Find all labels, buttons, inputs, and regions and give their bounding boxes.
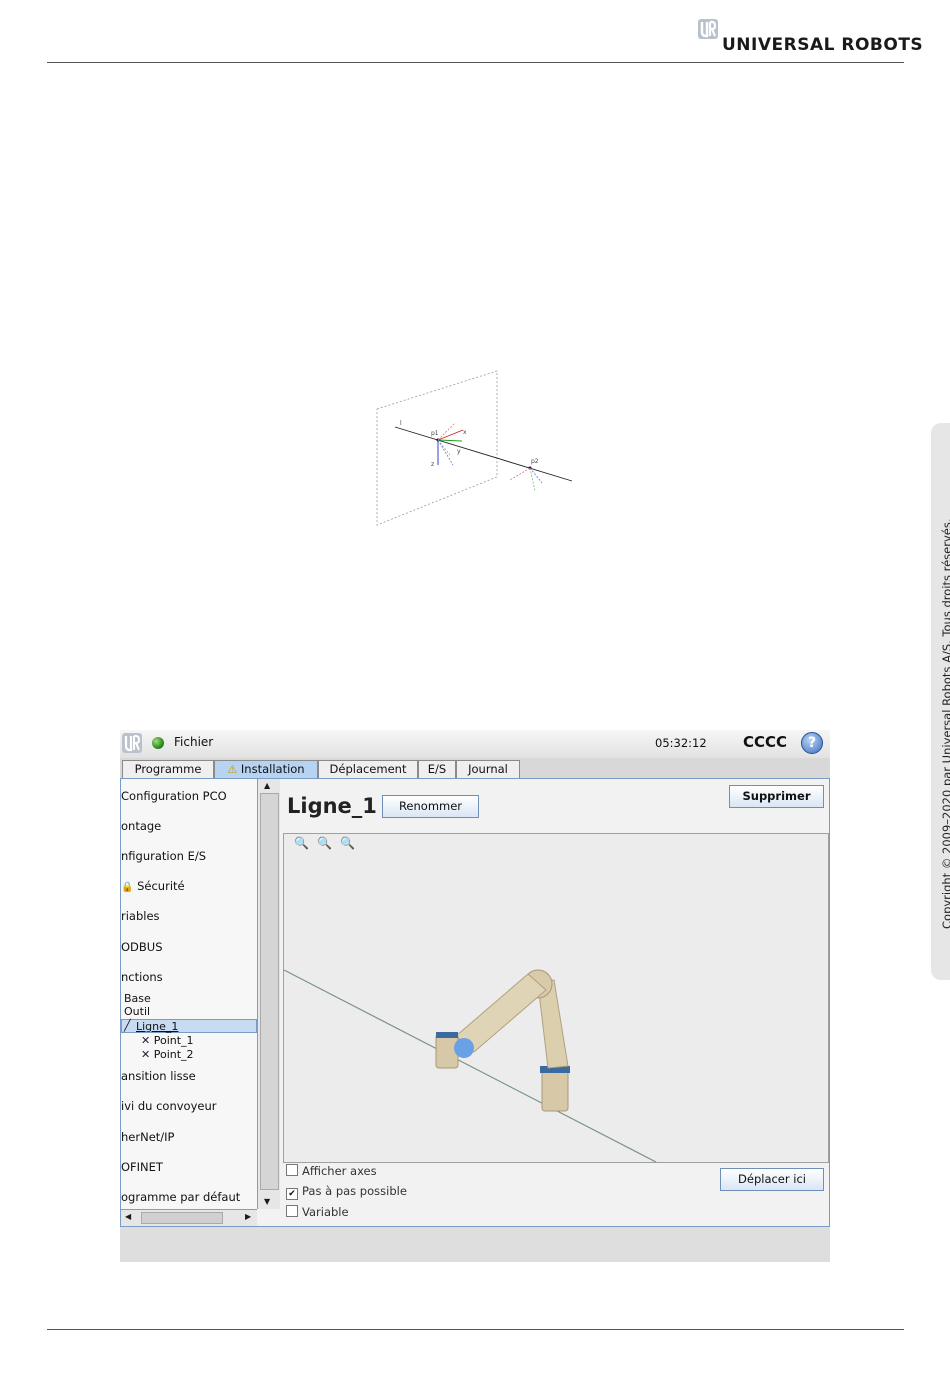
clock: 05:32:12 (655, 736, 707, 750)
tab-journal[interactable]: Journal (456, 760, 520, 778)
nav-item-outil[interactable]: Outil (124, 1005, 150, 1018)
nav-item-profinet[interactable]: OFINET (121, 1160, 163, 1174)
nav-item-variables[interactable]: riables (121, 909, 160, 923)
robot-wrist-ring (436, 1032, 458, 1038)
diagram-plane (376, 370, 498, 526)
nav-item-programme-defaut[interactable]: ogramme par défaut (121, 1190, 240, 1204)
point-icon: ✕ (141, 1034, 151, 1047)
nav-item-modbus[interactable]: ODBUS (121, 940, 163, 954)
diagram-line (394, 426, 573, 482)
installation-nav: Configuration PCO ontage nfiguration E/S… (121, 779, 257, 1209)
scroll-thumb[interactable] (260, 793, 279, 1190)
tab-programme[interactable]: Programme (122, 760, 214, 778)
p1-x-axis (437, 429, 464, 441)
nav-item-ligne-1[interactable]: ╱ Ligne_1 (121, 1019, 257, 1033)
p1-x-dashed (437, 422, 456, 441)
nav-horizontal-scrollbar[interactable]: ◀ ▶ (121, 1209, 257, 1226)
p2-x-dashed (509, 467, 531, 481)
label-x: x (463, 429, 467, 436)
scroll-down-icon[interactable]: ▼ (264, 1197, 270, 1206)
file-menu[interactable]: Fichier (174, 735, 213, 749)
polyscope-screenshot: Fichier 05:32:12 CCCC ? Programme ⚠ Inst… (120, 730, 830, 1262)
header-divider (47, 62, 904, 63)
checkbox[interactable] (286, 1164, 298, 1176)
tab-deplacement[interactable]: Déplacement (318, 760, 418, 778)
label-line: l (400, 420, 402, 427)
help-icon[interactable]: ? (801, 732, 823, 754)
nav-vertical-scrollbar[interactable]: ▲ ▼ (257, 779, 280, 1209)
label-p2: p2 (531, 458, 539, 465)
robot-scene (284, 969, 657, 1162)
nav-item-ethernet-ip[interactable]: herNet/IP (121, 1130, 174, 1144)
ur-logo-icon (122, 733, 142, 753)
universal-robots-logo: UNIVERSAL ROBOTS (697, 18, 923, 58)
globe-icon (152, 737, 164, 749)
feature-title: Ligne_1 (287, 794, 377, 818)
nav-item-fonctions[interactable]: nctions (121, 970, 163, 984)
checkbox[interactable] (286, 1205, 298, 1217)
label-z: z (431, 461, 434, 468)
scroll-right-icon[interactable]: ▶ (245, 1212, 251, 1221)
option-afficher-axes[interactable]: Afficher axes (286, 1164, 377, 1178)
tab-bar: Programme ⚠ Installation Déplacement E/S… (120, 758, 830, 779)
installation-frame: Configuration PCO ontage nfiguration E/S… (120, 778, 830, 1227)
delete-button[interactable]: Supprimer (729, 785, 824, 808)
checkbox-checked[interactable]: ✔ (286, 1188, 298, 1200)
option-pas-a-pas[interactable]: ✔ Pas à pas possible (286, 1184, 407, 1200)
brand-name: UNIVERSAL ROBOTS (722, 35, 924, 55)
tcp-marker (454, 1038, 474, 1058)
security-icon: 🔒 (121, 882, 134, 893)
option-variable[interactable]: Variable (286, 1205, 349, 1219)
scroll-up-icon[interactable]: ▲ (264, 781, 270, 790)
robot-base (541, 1068, 569, 1112)
nav-item-securite[interactable]: 🔒 Sécurité (121, 879, 185, 893)
nav-item-configuration-es[interactable]: nfiguration E/S (121, 849, 206, 863)
scroll-left-icon[interactable]: ◀ (125, 1212, 131, 1221)
tab-installation[interactable]: ⚠ Installation (214, 760, 318, 778)
footer-divider (47, 1329, 904, 1330)
ur-logo-icon (698, 19, 718, 39)
feature-line (284, 969, 657, 1162)
rename-button[interactable]: Renommer (382, 795, 479, 818)
tab-es[interactable]: E/S (418, 760, 456, 778)
label-p1: p1 (431, 430, 439, 437)
point-icon: ✕ (141, 1048, 151, 1061)
top-bar: Fichier 05:32:12 CCCC ? (120, 730, 830, 758)
line-feature-icon: ╱ (124, 1019, 131, 1032)
nav-item-point-1[interactable]: ✕ Point_1 (141, 1034, 194, 1047)
label-y: y (457, 448, 461, 455)
robot-name: CCCC (743, 733, 788, 751)
3d-view[interactable]: 🔍 🔍 🔍 (283, 833, 829, 1163)
nav-item-base[interactable]: Base (124, 992, 151, 1005)
line-feature-diagram: l p1 x y z p2 (376, 370, 573, 526)
nav-item-configuration-pco[interactable]: Configuration PCO (121, 789, 227, 803)
move-here-button[interactable]: Déplacer ici (720, 1168, 824, 1191)
nav-item-point-2[interactable]: ✕ Point_2 (141, 1048, 194, 1061)
scroll-thumb[interactable] (141, 1212, 223, 1224)
copyright-notice: Copyright © 2009–2020 par Universal Robo… (940, 518, 950, 929)
nav-item-transition-lisse[interactable]: ansition lisse (121, 1069, 196, 1083)
warning-icon: ⚠ (227, 763, 238, 776)
nav-item-montage[interactable]: ontage (121, 819, 161, 833)
nav-item-suivi-convoyeur[interactable]: ivi du convoyeur (121, 1099, 216, 1113)
